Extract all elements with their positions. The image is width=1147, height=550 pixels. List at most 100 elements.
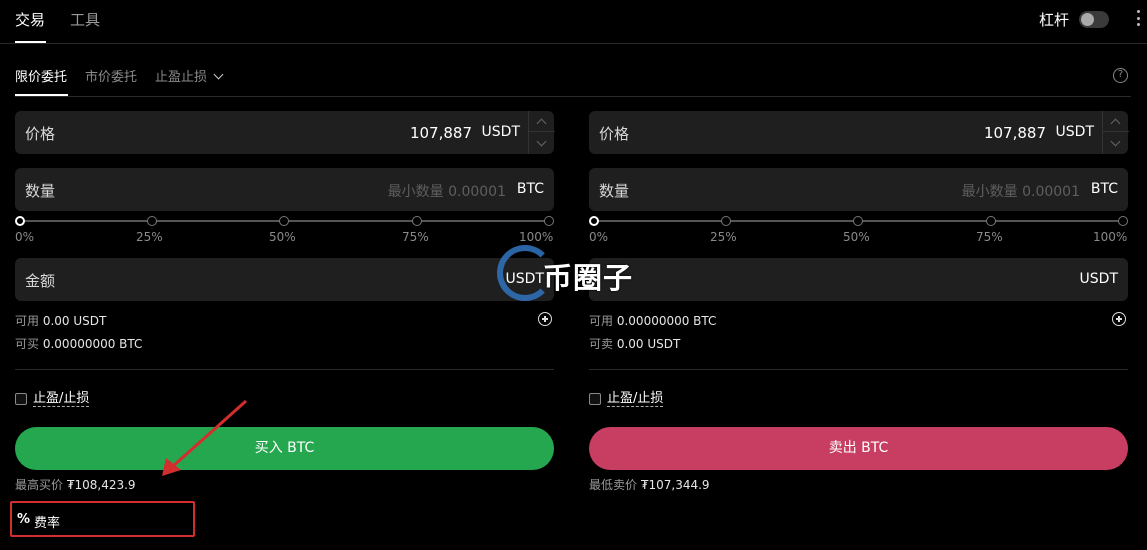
sell-amount-field[interactable]: USDT — [589, 258, 1128, 301]
sell-quantity-field[interactable]: 数量 最小数量 0.00001 BTC — [589, 168, 1128, 211]
tab-tp-sl-order[interactable]: 止盈止损 — [155, 66, 224, 85]
active-tab-underline — [15, 41, 46, 43]
max-buy-value: 0.00000000 BTC — [42, 337, 143, 351]
quantity-unit: BTC — [1090, 181, 1118, 197]
buy-btc-button[interactable]: 买入 BTC — [15, 427, 554, 470]
more-menu-icon[interactable] — [1137, 10, 1141, 26]
slider-dot-50[interactable] — [279, 216, 289, 226]
chevron-up-icon — [1110, 118, 1121, 129]
quantity-input[interactable]: 最小数量 0.00001 — [388, 181, 506, 201]
tab-tools[interactable]: 工具 — [70, 9, 100, 30]
leverage-control: 杠杆 — [1039, 9, 1109, 30]
price-label: 价格 — [599, 125, 630, 143]
price-stepper — [528, 111, 555, 154]
max-sell: 可卖 0.00 USDT — [589, 335, 680, 352]
best-buy-price-value: ₮108,423.9 — [66, 478, 136, 492]
trading-page: 交易 工具 杠杆 限价委托 市价委托 止盈止损 ? 价格 107,887 USD… — [0, 0, 1147, 550]
slider-label: 0% — [15, 230, 35, 244]
buy-quantity-field[interactable]: 数量 最小数量 0.00001 BTC — [15, 168, 554, 211]
price-value[interactable]: 107,887 — [410, 124, 472, 142]
leverage-toggle[interactable] — [1079, 11, 1109, 28]
decrement-button[interactable] — [1103, 133, 1129, 154]
tab-limit-order[interactable]: 限价委托 — [15, 66, 67, 85]
fee-rate-label: 费率 — [34, 516, 61, 531]
slider-dot-25[interactable] — [147, 216, 157, 226]
chevron-down-icon — [213, 69, 224, 80]
buy-amount-field[interactable]: 金额 USDT — [15, 258, 554, 301]
tp-sl-label[interactable]: 止盈/止损 — [33, 391, 90, 407]
buy-tp-sl-option[interactable]: 止盈/止损 — [15, 391, 90, 407]
best-sell-price-value: ₮107,344.9 — [640, 478, 710, 492]
slider-dot-75[interactable] — [986, 216, 996, 226]
max-sell-value: 0.00 USDT — [616, 337, 681, 351]
slider-dot-100[interactable] — [1118, 216, 1128, 226]
slider-label: 25% — [710, 230, 737, 244]
max-buy: 可买 0.00000000 BTC — [15, 335, 142, 352]
divider — [15, 369, 554, 370]
sell-price-field[interactable]: 价格 107,887 USDT — [589, 111, 1129, 154]
price-unit: USDT — [481, 124, 520, 140]
slider-label: 75% — [976, 230, 1003, 244]
quantity-label: 数量 — [25, 182, 56, 200]
best-sell-price: 最低卖价 ₮107,344.9 — [589, 476, 710, 493]
tp-sl-checkbox[interactable] — [589, 393, 601, 405]
quantity-unit: BTC — [516, 181, 544, 197]
slider-dot-0[interactable] — [589, 216, 599, 226]
sell-panel: 价格 107,887 USDT 数量 最小数量 0.00001 BTC 0% 2… — [589, 110, 1129, 500]
divider — [589, 369, 1128, 370]
available-label: 可用 — [589, 314, 614, 328]
slider-dot-25[interactable] — [721, 216, 731, 226]
top-tab-bar: 交易 工具 杠杆 — [0, 0, 1147, 44]
best-sell-price-label: 最低卖价 — [589, 478, 638, 492]
slider-dot-75[interactable] — [412, 216, 422, 226]
tp-sl-checkbox[interactable] — [15, 393, 27, 405]
tab-market-order[interactable]: 市价委托 — [85, 66, 137, 85]
buy-price-field[interactable]: 价格 107,887 USDT — [15, 111, 555, 154]
chevron-up-icon — [536, 118, 547, 129]
available-balance: 可用 0.00000000 BTC — [589, 312, 716, 329]
buy-amount-slider[interactable]: 0% 25% 50% 75% 100% — [15, 216, 554, 252]
buy-panel: 价格 107,887 USDT 数量 最小数量 0.00001 BTC 0% 2… — [15, 110, 555, 500]
decrement-button[interactable] — [529, 133, 555, 154]
watermark-text: 币圈子 — [543, 261, 634, 295]
slider-label: 0% — [589, 230, 609, 244]
order-tab-underline — [15, 94, 68, 96]
available-value: 0.00000000 BTC — [616, 314, 717, 328]
help-icon[interactable]: ? — [1113, 68, 1128, 83]
add-funds-icon[interactable] — [538, 312, 552, 326]
price-unit: USDT — [1055, 124, 1094, 140]
amount-unit: USDT — [1079, 271, 1118, 287]
percent-icon: % — [17, 512, 31, 527]
sell-amount-slider[interactable]: 0% 25% 50% 75% 100% — [589, 216, 1128, 252]
add-funds-icon[interactable] — [1112, 312, 1126, 326]
max-buy-label: 可买 — [15, 337, 40, 351]
slider-label: 75% — [402, 230, 429, 244]
toggle-knob — [1081, 13, 1094, 26]
quantity-input[interactable]: 最小数量 0.00001 — [962, 181, 1080, 201]
quantity-label: 数量 — [599, 182, 630, 200]
increment-button[interactable] — [1103, 111, 1129, 132]
amount-label: 金额 — [25, 272, 56, 290]
slider-label: 25% — [136, 230, 163, 244]
leverage-label: 杠杆 — [1038, 11, 1069, 29]
watermark-logo: 币圈子 — [495, 243, 655, 303]
available-value: 0.00 USDT — [42, 314, 107, 328]
sell-tp-sl-option[interactable]: 止盈/止损 — [589, 391, 664, 407]
tp-sl-label[interactable]: 止盈/止损 — [607, 391, 664, 407]
tab-trade[interactable]: 交易 — [15, 9, 45, 30]
slider-dot-50[interactable] — [853, 216, 863, 226]
slider-dot-0[interactable] — [15, 216, 25, 226]
chevron-down-icon — [536, 136, 547, 147]
best-buy-price: 最高买价 ₮108,423.9 — [15, 476, 136, 493]
slider-label: 100% — [1093, 230, 1128, 244]
sell-btc-button[interactable]: 卖出 BTC — [589, 427, 1128, 470]
increment-button[interactable] — [529, 111, 555, 132]
slider-label: 100% — [519, 230, 554, 244]
fee-rate-link[interactable]: % 费率 — [10, 501, 195, 537]
price-stepper — [1102, 111, 1129, 154]
order-type-tabs: 限价委托 市价委托 止盈止损 ? — [15, 56, 1131, 97]
slider-dot-100[interactable] — [544, 216, 554, 226]
chevron-down-icon — [1110, 136, 1121, 147]
available-balance: 可用 0.00 USDT — [15, 312, 106, 329]
price-value[interactable]: 107,887 — [984, 124, 1046, 142]
